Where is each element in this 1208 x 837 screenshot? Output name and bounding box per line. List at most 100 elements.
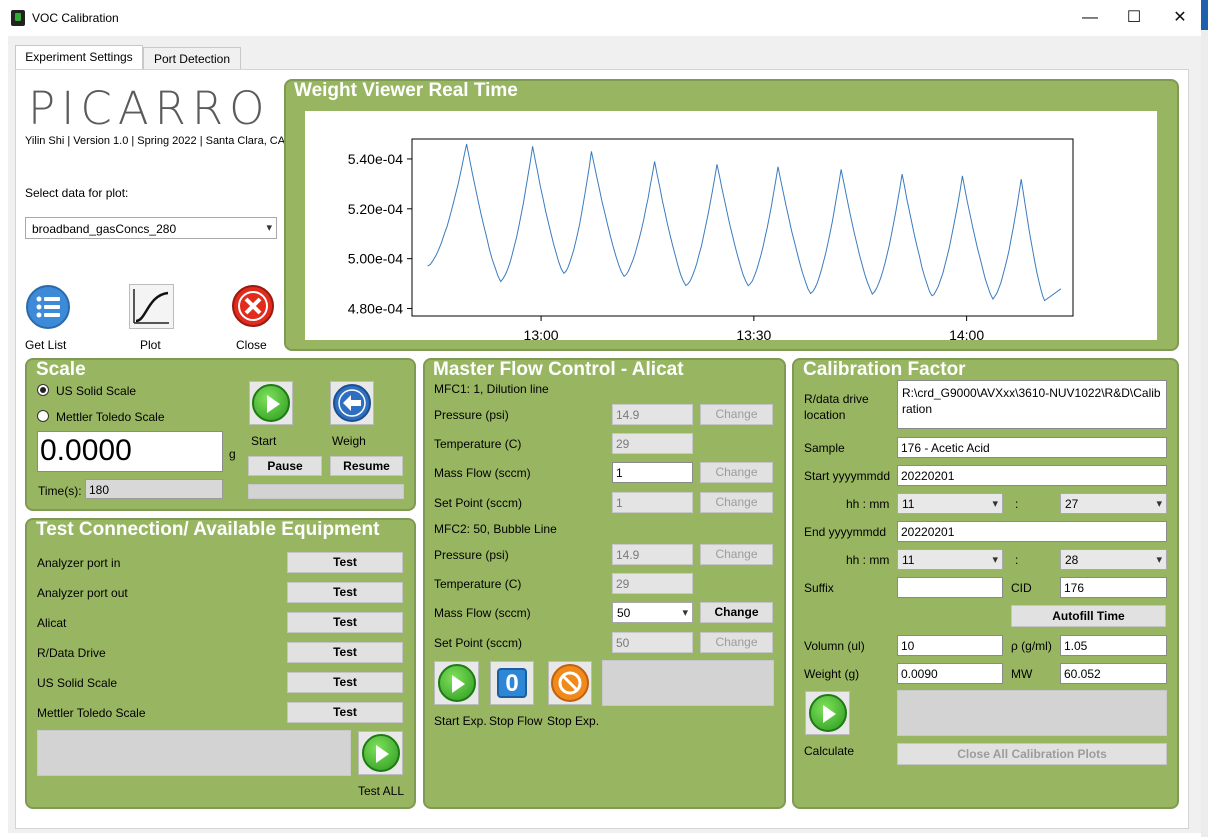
test-button[interactable]: Test bbox=[287, 582, 403, 603]
mfc2-pressure-input[interactable]: 14.9 bbox=[612, 544, 693, 565]
pause-button[interactable]: Pause bbox=[248, 456, 322, 476]
title-bar bbox=[0, 0, 1208, 36]
test-button[interactable]: Test bbox=[287, 612, 403, 633]
plot-data-dropdown[interactable]: broadband_gasConcs_280 ▾ bbox=[25, 217, 277, 239]
end-hour-dropdown[interactable]: 11 ▾ bbox=[897, 549, 1003, 570]
minimize-button[interactable]: — bbox=[1067, 4, 1113, 32]
weight-series-line bbox=[427, 143, 1062, 302]
chevron-down-icon: ▾ bbox=[992, 498, 998, 510]
test-item-label: Analyzer port out bbox=[37, 586, 128, 600]
start-hour-value: 11 bbox=[902, 497, 915, 511]
test-button[interactable]: Test bbox=[287, 552, 403, 573]
resume-button[interactable]: Resume bbox=[330, 456, 403, 476]
mfc2-massflow-value: 50 bbox=[617, 606, 631, 620]
test-all-button[interactable] bbox=[358, 731, 403, 775]
us-solid-label: US Solid Scale bbox=[56, 384, 137, 398]
start-colon: : bbox=[1015, 497, 1019, 511]
mfc1-massflow-input[interactable]: 1 bbox=[612, 462, 693, 483]
calculate-label: Calculate bbox=[804, 744, 855, 758]
mfc2-massflow-dropdown[interactable]: 50 ▾ bbox=[612, 602, 693, 623]
y-tick-label: 4.80e-04 bbox=[348, 301, 403, 317]
mfc1-setpoint-input[interactable]: 1 bbox=[612, 492, 693, 513]
autofill-time-button[interactable]: Autofill Time bbox=[1011, 605, 1166, 627]
chart-canvas: 4.80e-04 5.00e-04 5.20e-04 5.40e-04 13:00 13… bbox=[305, 111, 1157, 343]
drive-location-field[interactable]: R:\crd_G9000\AVXxx\3610-NUV1022\R&D\Cali… bbox=[897, 380, 1167, 429]
rho-input[interactable]: 1.05 bbox=[1060, 635, 1167, 656]
weigh-button[interactable] bbox=[330, 381, 374, 425]
window-title: VOC Calibration bbox=[32, 11, 119, 25]
weight-label: Weight (g) bbox=[804, 667, 860, 681]
close-plot-button[interactable] bbox=[231, 284, 275, 328]
mw-label: MW bbox=[1011, 667, 1033, 681]
mfc1-setpoint-change[interactable]: Change bbox=[700, 492, 773, 513]
desktop-edge-accent bbox=[1201, 0, 1208, 30]
mfc2-setpoint-change[interactable]: Change bbox=[700, 632, 773, 653]
y-tick-label: 5.40e-04 bbox=[348, 151, 403, 167]
test-item-label: US Solid Scale bbox=[37, 676, 118, 690]
end-date-input[interactable]: 20220201 bbox=[897, 521, 1167, 542]
start-date-label: Start yyyymmdd bbox=[804, 469, 891, 483]
test-all-label: Test ALL bbox=[358, 784, 405, 798]
stop-flow-button[interactable]: 0 bbox=[490, 661, 534, 705]
us-solid-radio[interactable] bbox=[37, 384, 49, 396]
test-button[interactable]: Test bbox=[287, 702, 403, 723]
close-all-plots-button[interactable]: Close All Calibration Plots bbox=[897, 743, 1167, 765]
time-input[interactable]: 180 bbox=[85, 479, 223, 499]
mfc2-setpoint-input[interactable]: 50 bbox=[612, 632, 693, 653]
mfc1-temperature-input[interactable]: 29 bbox=[612, 433, 693, 454]
mfc-title: Master Flow Control - Alicat bbox=[433, 359, 684, 380]
mfc1-massflow-label: Mass Flow (sccm) bbox=[434, 466, 531, 480]
mfc1-pressure-input[interactable]: 14.9 bbox=[612, 404, 693, 425]
tab-port-detection[interactable]: Port Detection bbox=[143, 47, 241, 69]
sample-input[interactable]: 176 - Acetic Acid bbox=[897, 437, 1167, 458]
maximize-button[interactable]: ☐ bbox=[1111, 4, 1157, 32]
get-list-button[interactable] bbox=[25, 284, 71, 330]
stop-flow-label: Stop Flow bbox=[489, 714, 543, 728]
start-hour-dropdown[interactable]: 11 ▾ bbox=[897, 493, 1003, 514]
test-button[interactable]: Test bbox=[287, 642, 403, 663]
drive-label: R/data drive location bbox=[804, 392, 869, 422]
start-date-input[interactable]: 20220201 bbox=[897, 465, 1167, 486]
end-colon: : bbox=[1015, 553, 1019, 567]
app-icon bbox=[11, 10, 25, 26]
suffix-input[interactable] bbox=[897, 577, 1003, 598]
weigh-label: Weigh bbox=[332, 434, 366, 448]
chevron-down-icon: ▾ bbox=[682, 607, 688, 619]
credit-text: Yilin Shi | Version 1.0 | Spring 2022 | … bbox=[25, 135, 286, 147]
test-item-label: Mettler Toledo Scale bbox=[37, 706, 146, 720]
mfc2-massflow-change[interactable]: Change bbox=[700, 602, 773, 623]
stop-exp-button[interactable] bbox=[548, 661, 592, 705]
scale-title: Scale bbox=[36, 359, 86, 380]
start-weigh-button[interactable] bbox=[249, 381, 293, 425]
mfc2-pressure-change[interactable]: Change bbox=[700, 544, 773, 565]
start-label: Start bbox=[251, 434, 277, 448]
cid-input[interactable]: 176 bbox=[1060, 577, 1167, 598]
picarro-logo: PICARRO bbox=[28, 82, 271, 135]
start-minute-dropdown[interactable]: 27 ▾ bbox=[1060, 493, 1167, 514]
test-button[interactable]: Test bbox=[287, 672, 403, 693]
mfc1-pressure-change[interactable]: Change bbox=[700, 404, 773, 425]
chevron-down-icon: ▾ bbox=[992, 554, 998, 566]
tab-experiment-settings[interactable]: Experiment Settings bbox=[15, 45, 143, 70]
close-window-button[interactable]: ✕ bbox=[1157, 4, 1203, 32]
close-circle-icon bbox=[232, 285, 274, 327]
mettler-radio[interactable] bbox=[37, 410, 49, 422]
volumn-input[interactable]: 10 bbox=[897, 635, 1003, 656]
start-exp-label: Start Exp. bbox=[434, 714, 487, 728]
list-icon bbox=[26, 285, 70, 329]
plot-data-value: broadband_gasConcs_280 bbox=[32, 222, 177, 236]
end-minute-dropdown[interactable]: 28 ▾ bbox=[1060, 549, 1167, 570]
weight-input[interactable]: 0.0090 bbox=[897, 663, 1003, 684]
end-hour-value: 11 bbox=[902, 553, 915, 567]
curve-icon bbox=[133, 289, 169, 324]
mfc2-header: MFC2: 50, Bubble Line bbox=[434, 522, 557, 536]
plot-button[interactable] bbox=[129, 284, 174, 329]
x-tick-label: 13:00 bbox=[524, 327, 559, 340]
calculate-button[interactable] bbox=[805, 691, 850, 735]
mfc2-temperature-input[interactable]: 29 bbox=[612, 573, 693, 594]
plot-frame bbox=[411, 138, 1074, 317]
plot-label: Plot bbox=[140, 338, 161, 352]
mfc1-massflow-change[interactable]: Change bbox=[700, 462, 773, 483]
start-exp-button[interactable] bbox=[434, 661, 479, 705]
mw-input[interactable]: 60.052 bbox=[1060, 663, 1167, 684]
